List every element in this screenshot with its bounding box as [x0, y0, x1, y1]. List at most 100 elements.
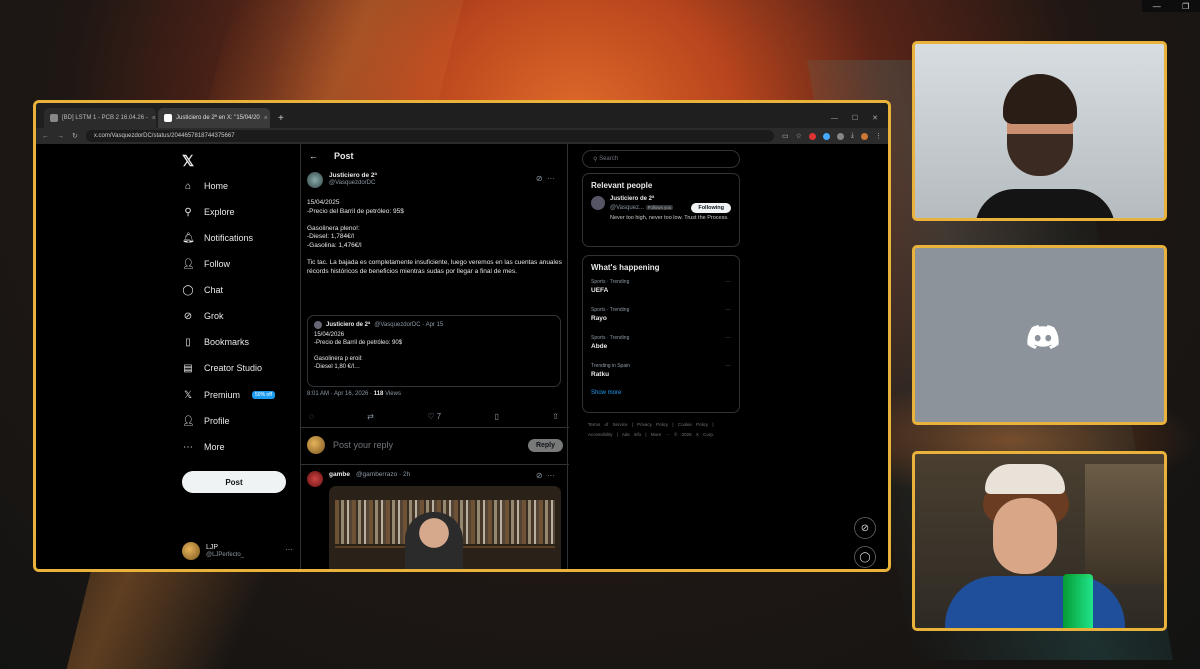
- close-icon[interactable]: ✕: [872, 114, 878, 122]
- author-handle[interactable]: @VasquezdorDC: [329, 180, 377, 186]
- share-icon[interactable]: ⇧: [552, 412, 559, 421]
- post-line: Gasolinera pleno!:: [307, 224, 360, 232]
- trend-item[interactable]: Sports · Trending Abde ···: [583, 332, 739, 360]
- grok-actions-icon[interactable]: ⊘ ···: [536, 174, 555, 183]
- address-bar: ← → ↻ x.com/VasquezdorDC/status/20446578…: [36, 128, 888, 144]
- main-column: ← Post Justiciero de 2ª @VasquezdorDC ⊘ …: [300, 144, 569, 569]
- post-line: -Precio del Barril de petróleo: 95$: [307, 207, 404, 215]
- nav-label: Notifications: [204, 233, 254, 243]
- person-name[interactable]: Justiciero de 2ª: [610, 196, 673, 204]
- extensions-area: ▭ ☆ ⤓ ⋮: [782, 132, 882, 140]
- close-tab-icon[interactable]: ×: [152, 115, 156, 122]
- x-logo-icon[interactable]: 𝕏: [182, 152, 194, 170]
- trend-topic: Ratku: [591, 371, 610, 378]
- footer-links[interactable]: Terms of Service | Privacy Policy | Cook…: [588, 420, 738, 440]
- more-options-icon[interactable]: ···: [725, 279, 731, 285]
- restore-icon[interactable]: ❐: [1182, 2, 1189, 11]
- back-arrow-icon[interactable]: ←: [309, 151, 318, 161]
- post-timestamp[interactable]: 8:01 AM · Apr 16, 2026 ·: [307, 391, 372, 397]
- profile-icon: 👤︎: [182, 415, 195, 427]
- post-line: -Diesel: 1,784€/l: [307, 233, 354, 241]
- forward-icon[interactable]: →: [57, 133, 64, 140]
- more-options-icon[interactable]: ···: [725, 335, 731, 341]
- bookmark-icon[interactable]: ▯: [495, 412, 499, 421]
- cast-icon[interactable]: ▭: [782, 132, 789, 140]
- nav-chat[interactable]: ◯ Chat: [182, 281, 223, 299]
- browser-window-controls: — ☐ ✕: [831, 108, 888, 128]
- profile-avatar-icon[interactable]: [861, 132, 868, 140]
- menu-icon[interactable]: ⋮: [875, 132, 882, 140]
- page-title: Post: [334, 151, 354, 161]
- post-button[interactable]: Post: [182, 471, 286, 493]
- download-icon[interactable]: ⤓: [851, 132, 854, 140]
- grok-fab-icon[interactable]: ⊘: [854, 517, 876, 539]
- trend-item[interactable]: Sports · Trending Rayo ···: [583, 304, 739, 332]
- post-line: Tic tac. La bajada es completamente insu…: [307, 259, 562, 275]
- like-count: 7: [436, 412, 442, 421]
- tab-favicon-icon: [50, 114, 58, 122]
- more-options-icon[interactable]: ···: [725, 363, 731, 369]
- star-icon[interactable]: ☆: [796, 132, 802, 140]
- extension-icon[interactable]: [808, 132, 816, 140]
- reply-input[interactable]: Post your reply: [333, 440, 393, 450]
- maximize-icon[interactable]: ☐: [852, 114, 858, 122]
- avatar[interactable]: [591, 196, 605, 210]
- nav-bookmarks[interactable]: ▯ Bookmarks: [182, 333, 249, 351]
- reply-author[interactable]: gambe: [329, 471, 350, 487]
- nav-premium[interactable]: 𝕏 Premium 50% off: [182, 386, 275, 404]
- window-controls[interactable]: — ❐: [1142, 0, 1200, 12]
- nav-grok[interactable]: ⊘ Grok: [182, 307, 224, 325]
- url-input[interactable]: x.com/VasquezdorDC/status/20446578187443…: [85, 130, 774, 142]
- account-switcher[interactable]: LJP @LJPerfecto_ ···: [182, 542, 293, 560]
- nav-follow[interactable]: 👤︎ Follow: [182, 255, 230, 273]
- nav-label: Bookmarks: [204, 337, 250, 347]
- following-button[interactable]: Following: [691, 203, 731, 213]
- reply-handle[interactable]: @gamberrazo · 2h: [356, 471, 410, 487]
- nav-profile[interactable]: 👤︎ Profile: [182, 412, 230, 430]
- nav-more[interactable]: ⋯ More: [182, 438, 225, 456]
- more-options-icon[interactable]: ···: [285, 545, 293, 554]
- search-placeholder: Search: [599, 156, 619, 162]
- x-favicon-icon: [164, 114, 172, 122]
- reply-icon[interactable]: ◌: [309, 412, 314, 421]
- nav-creator-studio[interactable]: ▤ Creator Studio: [182, 359, 262, 377]
- trend-item[interactable]: Trending in Spain Ratku ···: [583, 360, 739, 388]
- new-tab-button[interactable]: +: [272, 108, 290, 128]
- quote-line: [314, 347, 554, 355]
- like-button[interactable]: ♡ 7: [427, 412, 441, 421]
- browser-tab-active[interactable]: Justiciero de 2ª en X: "15/04/20 ×: [158, 108, 270, 128]
- avatar[interactable]: [307, 471, 323, 487]
- avatar[interactable]: [307, 172, 323, 188]
- more-options-icon[interactable]: ···: [725, 307, 731, 313]
- reply-post[interactable]: gambe @gamberrazo · 2h: [307, 471, 410, 487]
- trend-item[interactable]: Sports · Trending UEFA ···: [583, 276, 739, 304]
- search-input[interactable]: ⚲ Search: [582, 150, 740, 168]
- minimize-icon[interactable]: —: [1153, 2, 1161, 11]
- close-tab-icon[interactable]: ×: [264, 115, 268, 122]
- author-name[interactable]: Justiciero de 2ª: [329, 172, 377, 180]
- quoted-post[interactable]: Justiciero de 2ª @VasquezdorDC · Apr 15 …: [307, 315, 561, 387]
- messages-fab-icon[interactable]: ◯: [854, 546, 876, 568]
- browser-tab[interactable]: [BD] LSTM 1 - PCB 2 16.04.26 - ×: [44, 108, 156, 128]
- reply-video-thumbnail[interactable]: [329, 486, 561, 569]
- show-more-link[interactable]: Show more: [583, 388, 739, 402]
- repost-icon[interactable]: ⇄: [367, 412, 374, 421]
- reply-button[interactable]: Reply: [527, 438, 563, 452]
- minimize-icon[interactable]: —: [831, 115, 838, 122]
- right-sidebar: ⚲ Search Relevant people Justiciero de 2…: [582, 144, 742, 569]
- trend-topic: UEFA: [591, 287, 609, 294]
- nav-notifications[interactable]: 🔔︎ Notifications: [182, 229, 253, 247]
- creator-studio-icon: ▤: [183, 362, 193, 374]
- reload-icon[interactable]: ↻: [72, 132, 78, 140]
- post-author[interactable]: Justiciero de 2ª @VasquezdorDC: [307, 172, 377, 188]
- grok-actions-icon[interactable]: ⊘ ···: [536, 471, 555, 480]
- card-title: Relevant people: [591, 181, 653, 190]
- back-icon[interactable]: ←: [42, 133, 49, 140]
- nav-home[interactable]: ⌂ Home: [182, 177, 228, 195]
- chat-icon: ◯: [182, 284, 194, 296]
- tab-label: Justiciero de 2ª en X: "15/04/20: [176, 115, 260, 121]
- nav-explore[interactable]: ⚲ Explore: [182, 203, 234, 221]
- extension-icon[interactable]: [836, 132, 844, 140]
- extension-icon[interactable]: [822, 132, 830, 140]
- quote-author: Justiciero de 2ª: [326, 322, 371, 328]
